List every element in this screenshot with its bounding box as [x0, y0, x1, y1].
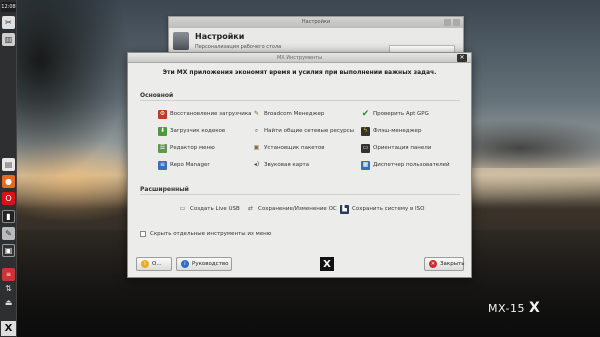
mx-logo-icon: X	[320, 257, 334, 271]
tool-label: Восстановление загрузчика	[170, 111, 252, 117]
boot-repair-icon: ⚙	[158, 109, 167, 119]
tool-user-manager[interactable]: ▦ Диспетчер пользователей	[361, 160, 450, 170]
close-icon[interactable]	[453, 19, 460, 26]
tool-panel-orientation[interactable]: ▭ Ориентация панели	[361, 143, 431, 153]
tool-label: Сохранение/Изменение ОС	[258, 206, 337, 212]
tool-broadcom[interactable]: ✎ Broadcom Менеджер	[252, 109, 324, 119]
tool-label: Загрузчик кодеков	[170, 128, 226, 134]
terminal-icon[interactable]: ▮	[2, 210, 15, 223]
search-icon: ⌕	[254, 127, 259, 134]
tool-label: Сохранить систему в ISO	[352, 206, 425, 212]
mx-menu-icon[interactable]: X	[1, 321, 16, 336]
tool-label: Broadcom Менеджер	[264, 111, 325, 117]
settings-subtitle: Персонализация рабочего стола	[195, 44, 282, 50]
tool-label: Repo Manager	[170, 162, 210, 168]
snapshot-icon: ▙	[340, 204, 349, 214]
editor-icon[interactable]: ✎	[2, 227, 15, 240]
tool-find-shares[interactable]: ⌕ Найти общие сетевые ресурсы	[252, 126, 354, 136]
tools-icon[interactable]: ✂	[2, 16, 15, 29]
mx-x-icon: X	[528, 300, 541, 316]
tool-codecs[interactable]: ⬇ Загрузчик кодеков	[158, 126, 225, 136]
tool-check-apt-gpg[interactable]: ✔ Проверить Apt GPG	[361, 109, 429, 119]
tool-menu-editor[interactable]: ☰ Редактор меню	[158, 143, 215, 153]
network-icon[interactable]: ⇅	[2, 282, 15, 295]
section-advanced: Расширенный	[140, 186, 189, 193]
mx-tools-dialog: MX Инструменты ✕ Эти MX приложения эконо…	[127, 52, 472, 278]
brand-text: MX-15	[488, 301, 525, 315]
tool-label: Создать Live USB	[190, 206, 240, 212]
panel-icon: ▭	[361, 143, 370, 153]
firefox-icon[interactable]: ●	[2, 175, 15, 188]
tool-live-usb[interactable]: ▭ Создать Live USB	[178, 204, 240, 214]
about-button[interactable]: i О...	[136, 257, 172, 271]
close-button[interactable]: ✕ Закрыть	[424, 257, 465, 271]
tool-label: Установщик пакетов	[264, 145, 325, 151]
minimize-icon[interactable]	[444, 19, 451, 26]
tool-remaster[interactable]: ⇄ Сохранение/Изменение ОС	[246, 204, 337, 214]
hide-tools-label: Скрыть отдельные инструменты из меню	[150, 231, 272, 237]
tool-package-installer[interactable]: ▣ Установщик пакетов	[252, 143, 325, 153]
speaker-icon: ◂)	[253, 161, 260, 168]
close-button-label: Закрыть	[440, 261, 465, 267]
remaster-icon: ⇄	[247, 205, 254, 212]
settings-titlebar[interactable]: Настройки	[169, 17, 463, 28]
divider	[140, 194, 460, 195]
tool-flash-manager[interactable]: ϟ Флэш-менеджер	[361, 126, 421, 136]
tool-label: Редактор меню	[170, 145, 215, 151]
usb-icon[interactable]: ⏏	[2, 296, 15, 309]
tool-label: Ориентация панели	[373, 145, 432, 151]
help-button-label: Руководство	[192, 261, 229, 267]
panel-clock[interactable]: 12:08	[1, 2, 16, 12]
tool-boot-repair[interactable]: ⚙ Восстановление загрузчика	[158, 109, 252, 119]
flag-icon[interactable]: ≡	[2, 268, 15, 281]
package-icon: ▣	[253, 144, 260, 151]
repo-icon: ≡	[158, 160, 167, 170]
tool-label: Диспетчер пользователей	[373, 162, 450, 168]
hide-tools-option[interactable]: Скрыть отдельные инструменты из меню	[140, 231, 271, 237]
flash-icon: ϟ	[361, 126, 370, 136]
close-icon[interactable]: ✕	[457, 54, 467, 62]
monitor-icon[interactable]: ▣	[2, 244, 15, 257]
dialog-header: Эти MX приложения экономят время и усили…	[162, 69, 437, 76]
tool-snapshot[interactable]: ▙ Сохранить систему в ISO	[340, 204, 424, 214]
opera-icon[interactable]: O	[2, 192, 15, 205]
broadcom-icon: ✎	[253, 110, 260, 117]
settings-window-controls	[444, 19, 460, 26]
tool-label: Найти общие сетевые ресурсы	[264, 128, 354, 134]
dialog-titlebar[interactable]: MX Инструменты ✕	[128, 53, 471, 63]
menu-editor-icon: ☰	[158, 143, 167, 153]
tool-label: Звуковая карта	[264, 162, 310, 168]
divider	[140, 100, 460, 101]
about-button-label: О...	[152, 261, 162, 267]
tool-sound-card[interactable]: ◂) Звуковая карта	[252, 160, 309, 170]
dialog-title: MX Инструменты	[276, 55, 323, 61]
users-icon: ▦	[361, 160, 370, 170]
checkmark-icon: ✔	[361, 108, 370, 119]
codecs-icon: ⬇	[158, 126, 167, 136]
left-panel: 12:08 ✂ ▥ ▤ ● O ▮ ✎ ▣ ≡ ⇅ ⏏ X	[0, 0, 17, 337]
workspace-icon[interactable]: ▥	[2, 33, 15, 46]
usb-drive-icon: ▭	[179, 205, 186, 212]
tool-label: Флэш-менеджер	[373, 128, 422, 134]
settings-icon	[173, 32, 189, 50]
settings-title: Настройки	[195, 32, 245, 41]
close-icon: ✕	[429, 260, 437, 268]
section-basic: Основной	[140, 92, 174, 99]
document-icon[interactable]: ▤	[2, 158, 15, 171]
help-icon: i	[181, 260, 189, 268]
info-icon: i	[141, 260, 149, 268]
help-button[interactable]: i Руководство	[176, 257, 232, 271]
mx-brand-logo: MX-15 X	[488, 300, 540, 316]
tool-label: Проверить Apt GPG	[373, 111, 429, 117]
tool-repo-manager[interactable]: ≡ Repo Manager	[158, 160, 210, 170]
hide-tools-checkbox[interactable]	[140, 231, 146, 237]
